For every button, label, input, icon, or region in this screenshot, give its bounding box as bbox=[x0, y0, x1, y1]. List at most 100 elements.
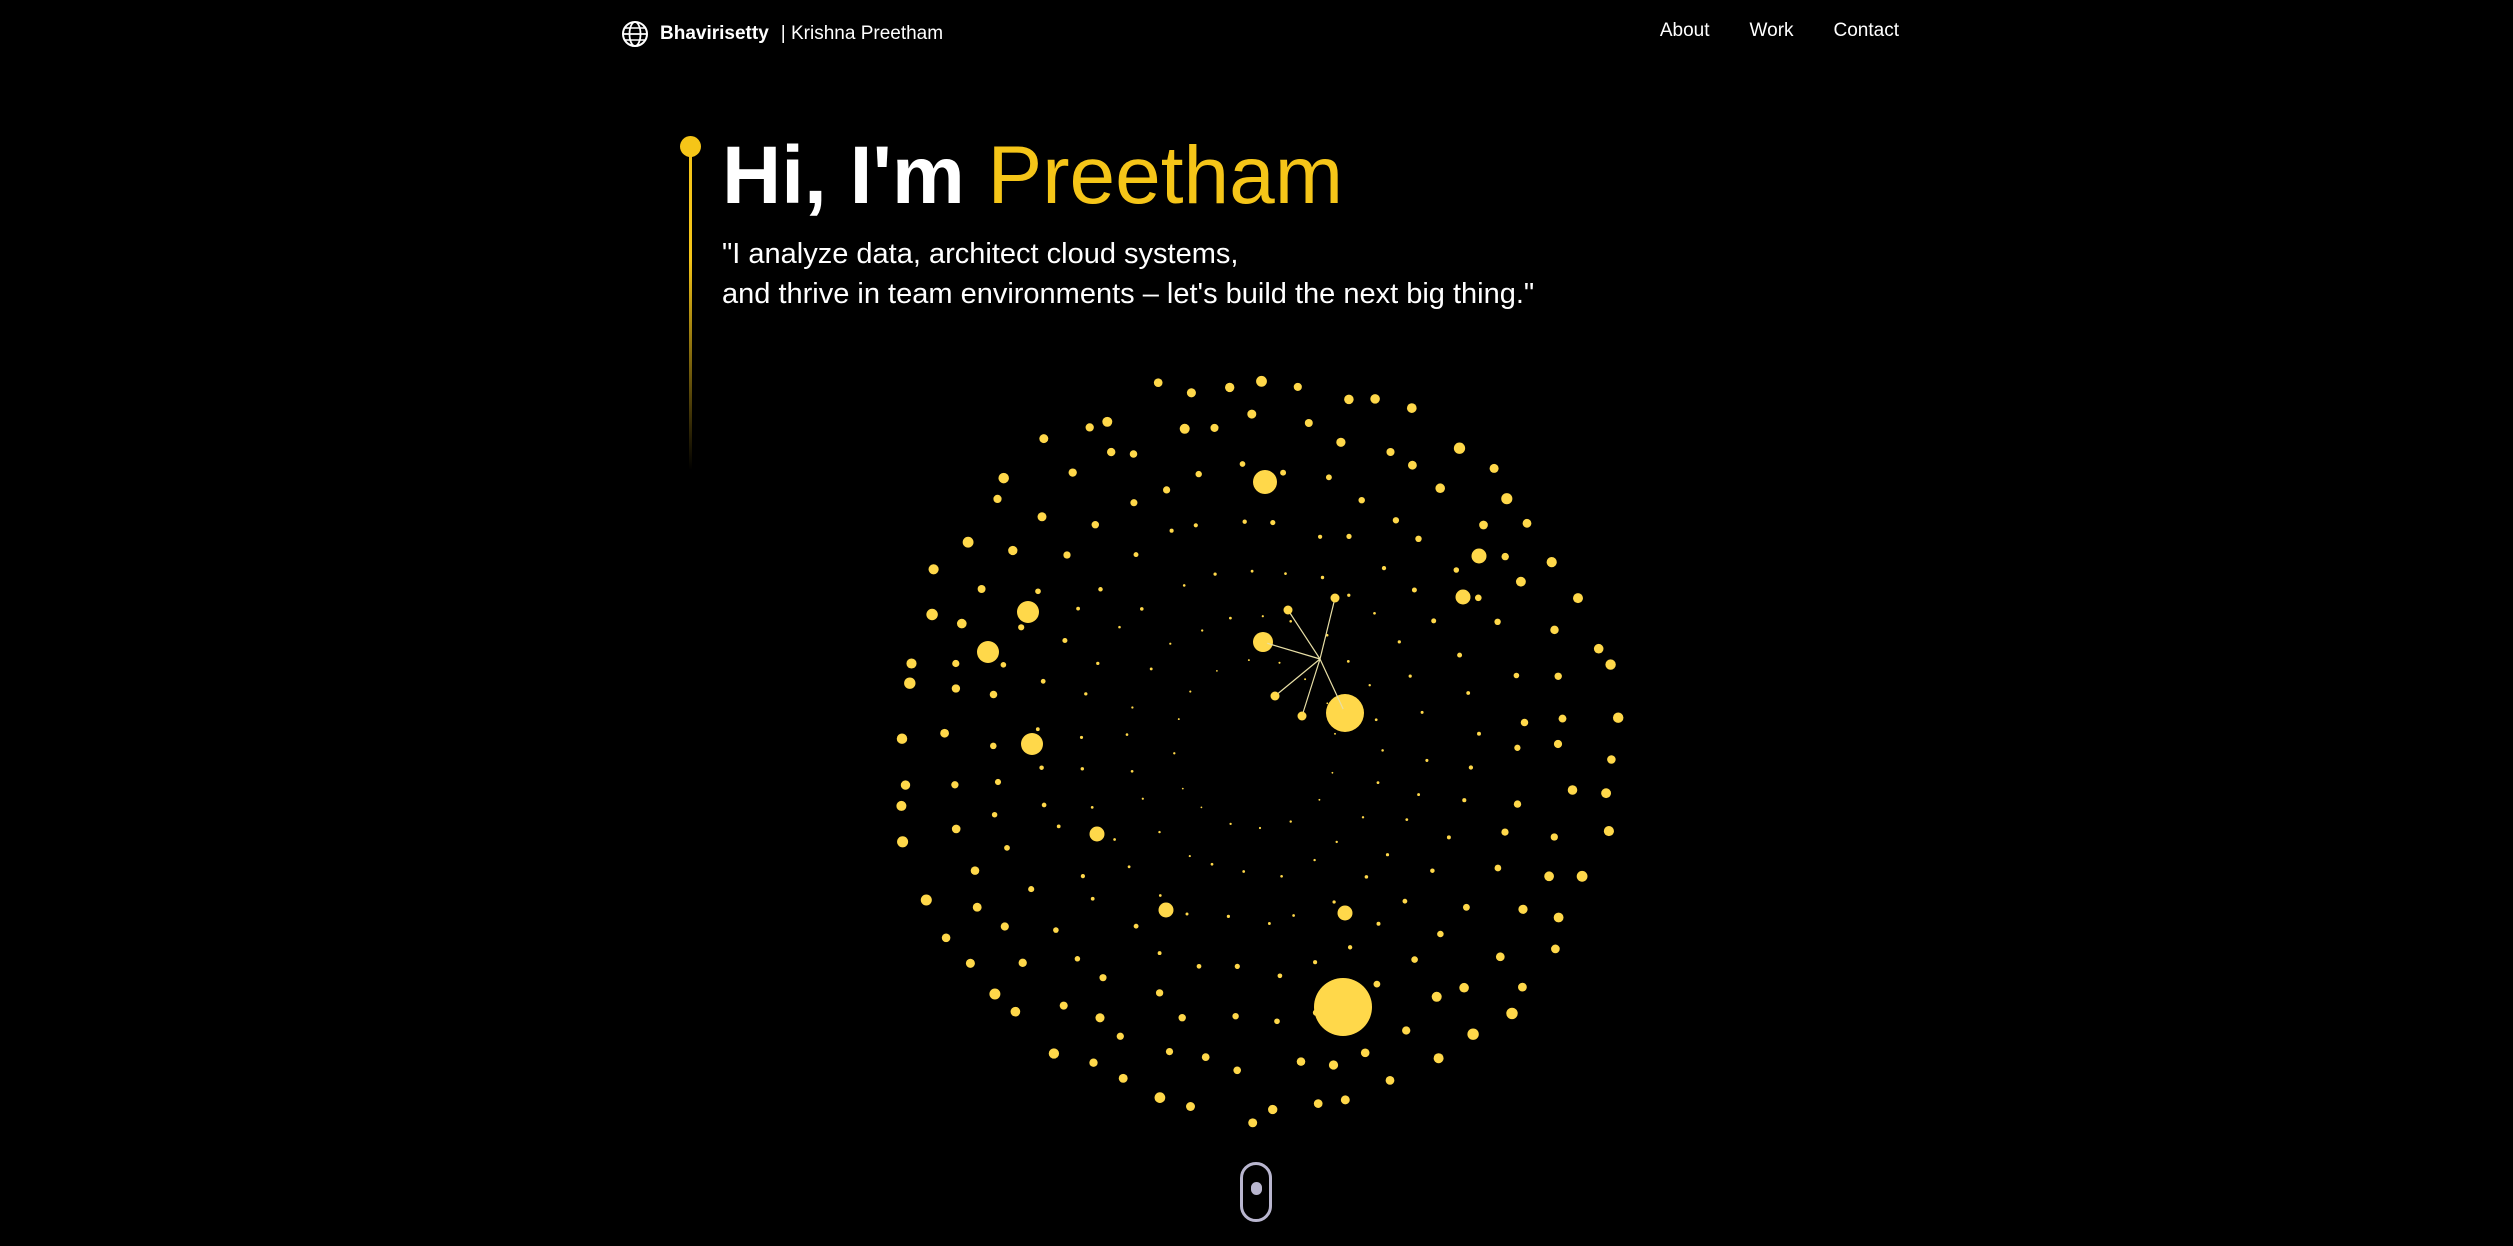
particle-dot bbox=[1062, 637, 1068, 644]
particle-dot bbox=[1210, 423, 1219, 432]
particle-dot bbox=[1332, 900, 1336, 904]
particle-dot bbox=[1133, 923, 1139, 929]
particle-dot bbox=[1607, 755, 1616, 764]
particle-dot bbox=[1431, 618, 1437, 624]
particle-dot bbox=[1313, 858, 1316, 862]
particle-dot bbox=[1336, 437, 1346, 447]
particle-dot bbox=[1098, 587, 1103, 592]
particle-dot bbox=[1229, 616, 1232, 620]
particle-highlight-dot bbox=[1017, 601, 1039, 623]
nav-link-about[interactable]: About bbox=[1660, 20, 1710, 42]
particle-dot bbox=[1437, 930, 1444, 938]
particle-dot bbox=[993, 494, 1002, 504]
particle-dot bbox=[1601, 788, 1612, 799]
connection-line bbox=[1301, 658, 1321, 717]
particle-dot bbox=[1188, 855, 1191, 858]
particle-dot bbox=[1374, 718, 1378, 722]
particle-dot bbox=[1381, 749, 1384, 752]
particle-dot bbox=[1553, 912, 1564, 923]
particle-dot bbox=[1435, 483, 1445, 493]
particle-dot bbox=[1392, 517, 1400, 524]
particle-dot bbox=[1090, 896, 1095, 901]
brand-logo-link[interactable]: Bhavirisetty | Krishna Preetham bbox=[620, 18, 943, 50]
particle-dot bbox=[1004, 845, 1010, 851]
particle-highlight-dot bbox=[1253, 470, 1277, 494]
particle-dot bbox=[1053, 927, 1059, 933]
particle-dot bbox=[1118, 625, 1121, 629]
particle-dot bbox=[1335, 840, 1338, 844]
particle-dot bbox=[1179, 423, 1190, 434]
particle-dot bbox=[1406, 403, 1417, 413]
particle-dot bbox=[1256, 375, 1267, 387]
particle-dot bbox=[1157, 951, 1162, 956]
particle-dot bbox=[965, 958, 975, 968]
hero-name: Preetham bbox=[987, 130, 1344, 221]
particle-dot bbox=[1274, 1018, 1280, 1025]
particle-dot bbox=[1195, 470, 1202, 478]
particle-dot bbox=[1296, 1057, 1306, 1066]
hero-greeting: Hi, I'm bbox=[722, 130, 988, 221]
connection-node bbox=[1297, 711, 1307, 721]
particle-dot bbox=[1140, 607, 1144, 611]
particle-dot bbox=[1334, 732, 1336, 735]
particle-dot bbox=[896, 733, 908, 744]
mouse-scroll-icon[interactable] bbox=[1240, 1162, 1272, 1222]
connection-line bbox=[1287, 609, 1321, 660]
nav-link-work[interactable]: Work bbox=[1750, 20, 1794, 42]
particle-dot bbox=[1603, 826, 1614, 837]
particle-dot bbox=[1258, 826, 1262, 830]
particle-dot bbox=[926, 608, 938, 621]
particle-dot bbox=[1129, 450, 1138, 458]
particle-dot bbox=[1056, 824, 1061, 829]
particle-dot bbox=[1326, 702, 1329, 705]
particle-dot bbox=[1165, 1048, 1174, 1056]
particle-dot bbox=[1544, 871, 1554, 882]
particle-dot bbox=[1453, 442, 1466, 454]
main-nav: About Work Contact bbox=[1660, 20, 1899, 42]
particle-dot bbox=[1079, 735, 1084, 739]
particle-dot bbox=[1431, 991, 1442, 1002]
particle-dot bbox=[1417, 793, 1421, 797]
nav-link-contact[interactable]: Contact bbox=[1834, 20, 1899, 42]
particle-dot bbox=[1130, 499, 1138, 507]
particle-dot bbox=[951, 684, 961, 693]
particle-dot bbox=[1385, 1076, 1395, 1085]
particle-dot bbox=[1118, 1073, 1128, 1083]
particle-dot bbox=[1385, 853, 1390, 857]
particle-dot bbox=[952, 659, 960, 668]
particle-dot bbox=[1495, 952, 1505, 962]
particle-dot bbox=[1346, 660, 1350, 663]
particle-dot bbox=[1116, 1032, 1124, 1040]
particle-dot bbox=[956, 618, 967, 629]
particle-dot bbox=[1411, 956, 1418, 963]
particle-dot bbox=[1267, 922, 1271, 925]
particle-dot bbox=[1411, 587, 1417, 593]
particle-dot bbox=[1141, 797, 1144, 800]
particle-dot bbox=[1522, 518, 1532, 528]
particle-dot bbox=[1361, 816, 1365, 819]
particle-dot bbox=[1035, 727, 1040, 732]
particle-dot bbox=[1048, 1048, 1060, 1059]
particle-dot bbox=[1513, 672, 1520, 679]
particle-dot bbox=[1289, 620, 1292, 623]
particle-dot bbox=[1313, 1099, 1323, 1108]
particle-dot bbox=[1091, 520, 1100, 529]
particle-dot bbox=[1457, 652, 1463, 658]
particle-dot bbox=[989, 690, 998, 699]
particle-dot bbox=[1090, 806, 1094, 809]
particle-dot bbox=[1040, 678, 1046, 684]
particle-dot bbox=[1008, 545, 1018, 556]
particle-dot bbox=[1107, 447, 1116, 457]
particle-dot bbox=[951, 781, 959, 789]
particle-dot bbox=[1229, 822, 1232, 826]
connection-node bbox=[1283, 605, 1293, 615]
particle-dot bbox=[1158, 830, 1161, 834]
particle-dot bbox=[1216, 670, 1218, 672]
particle-dot bbox=[1096, 661, 1100, 666]
particle-dot bbox=[1453, 567, 1460, 573]
particle-dot bbox=[906, 658, 917, 669]
particle-dot bbox=[1127, 865, 1131, 869]
particle-dot bbox=[1102, 416, 1113, 427]
particle-dot bbox=[1340, 1095, 1350, 1105]
particle-dot bbox=[1402, 898, 1408, 904]
